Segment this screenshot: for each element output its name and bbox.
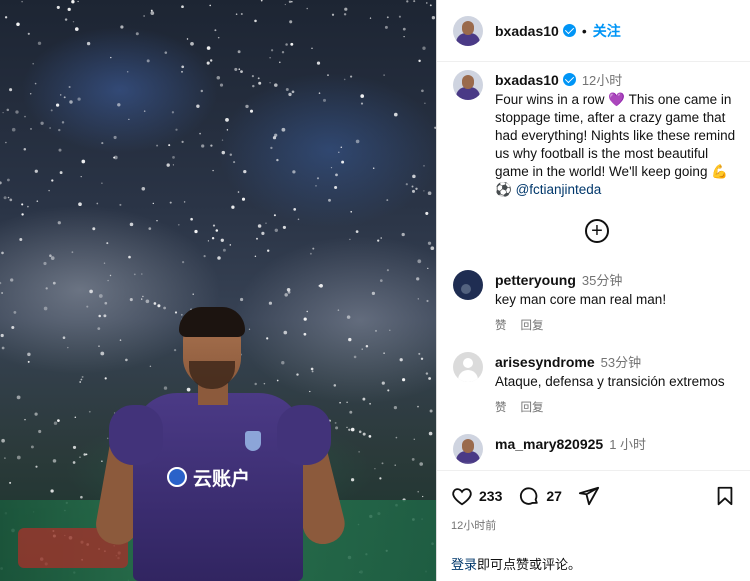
post-panel: bxadas10 • 关注 bxadas10 12小时 Four wins in…: [437, 0, 750, 581]
post-actions-bar: 233 27 12小时前 登录即可点赞或评论。: [437, 470, 750, 581]
comment-username[interactable]: ma_mary820925: [495, 436, 603, 452]
caption-mention-link[interactable]: @fctianjinteda: [516, 182, 602, 197]
player-figure: 云账户: [92, 305, 355, 581]
verified-badge-icon: [562, 73, 576, 86]
comment-username[interactable]: petteryoung: [495, 272, 576, 288]
club-crest: [245, 431, 261, 451]
jersey-sponsor: 云账户: [167, 463, 287, 491]
comment-reply-button[interactable]: 回复: [521, 317, 544, 333]
caption-avatar[interactable]: [453, 70, 483, 100]
header-separator: •: [581, 22, 587, 39]
login-prompt: 登录即可点赞或评论。: [451, 554, 581, 573]
load-more-comments-icon[interactable]: +: [585, 219, 609, 243]
comment-button[interactable]: [518, 485, 540, 507]
comment-text: key man core man real man!: [495, 292, 667, 307]
comment-like-button[interactable]: 赞: [495, 399, 507, 415]
header-username[interactable]: bxadas10: [495, 23, 559, 39]
share-icon: [578, 486, 600, 506]
comment-like-button[interactable]: 赞: [495, 317, 507, 333]
comment-avatar[interactable]: [453, 270, 483, 300]
comment-icon: [520, 487, 539, 505]
share-button[interactable]: [578, 485, 600, 507]
comment-reply-button[interactable]: 回复: [521, 399, 544, 415]
header-avatar[interactable]: [453, 15, 483, 46]
comment-time: 35分钟: [581, 273, 623, 288]
heart-icon: [452, 488, 472, 506]
comment-text: Ataque, defensa y transición extremos: [495, 374, 725, 389]
comment-avatar[interactable]: [453, 434, 483, 464]
caption-time: 12小时: [581, 73, 623, 88]
comment-avatar[interactable]: [453, 352, 483, 382]
comment-item: arisesyndrome 53分钟 Ataque, defensa y tra…: [453, 352, 743, 434]
comments-fade: [437, 462, 750, 470]
likes-count: 233: [479, 488, 503, 504]
login-link[interactable]: 登录: [451, 557, 477, 572]
like-button[interactable]: [451, 485, 473, 507]
follow-button[interactable]: 关注: [593, 21, 621, 41]
post-header: bxadas10 • 关注: [437, 0, 750, 62]
post-timestamp: 12小时前: [451, 520, 497, 532]
login-prompt-text: 即可点赞或评论。: [477, 557, 582, 572]
comment-item: petteryoung 35分钟 key man core man real m…: [453, 270, 743, 352]
bookmark-icon[interactable]: [714, 485, 736, 507]
comment-time: 1 小时: [609, 437, 647, 452]
caption-text: Four wins in a row 💜 This one came in st…: [495, 91, 743, 199]
jersey-sponsor-text: 云账户: [193, 467, 251, 490]
comment-time: 53分钟: [600, 355, 642, 370]
post-caption: bxadas10 12小时 Four wins in a row 💜 This …: [453, 70, 743, 199]
comment-username[interactable]: arisesyndrome: [495, 354, 595, 370]
post-photo: 云账户: [0, 0, 436, 581]
caption-username[interactable]: bxadas10: [495, 72, 559, 88]
verified-badge-icon: [562, 24, 576, 37]
comments-count: 27: [546, 488, 562, 504]
